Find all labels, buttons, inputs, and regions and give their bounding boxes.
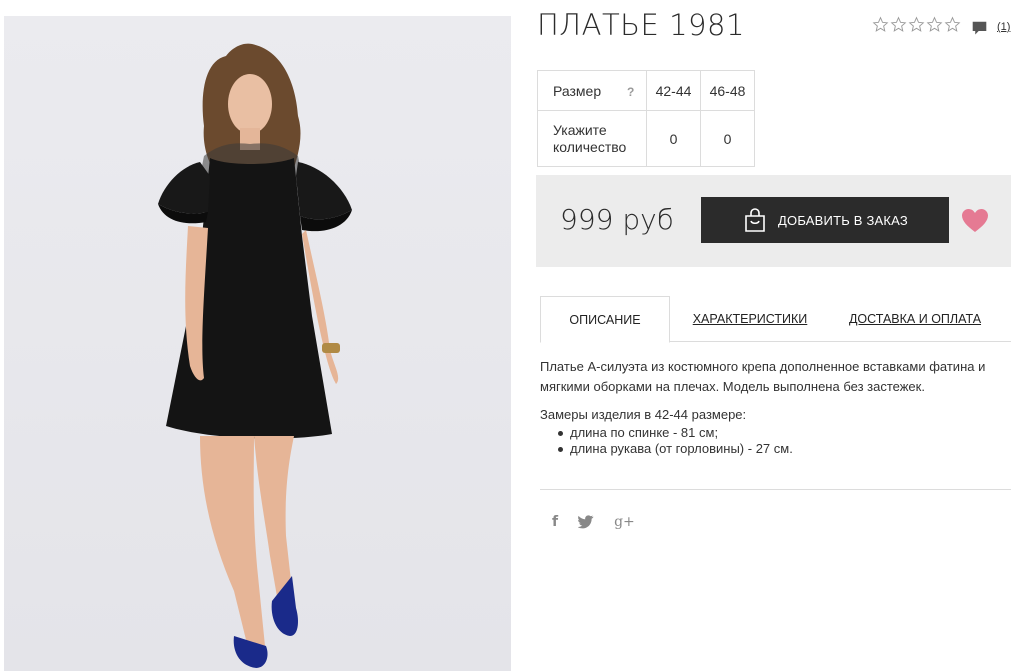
quantity-input[interactable]: 0 [700, 110, 755, 167]
twitter-icon[interactable] [578, 515, 594, 529]
facebook-icon[interactable]: f [552, 514, 558, 530]
quantity-row: Укажите количество 0 0 [537, 110, 755, 167]
quantity-input[interactable]: 0 [646, 110, 701, 167]
quantity-label-cell: Укажите количество [537, 110, 647, 167]
product-title: ПЛАТЬЕ 1981 [537, 8, 745, 42]
help-icon[interactable]: ? [627, 85, 634, 99]
star-empty-icon[interactable] [890, 16, 907, 33]
social-share: f g+ [552, 514, 635, 530]
rating-stars[interactable] [872, 16, 961, 33]
size-option: 46-48 [700, 70, 755, 111]
product-tabs: ОПИСАНИЕ ХАРАКТЕРИСТИКИ ДОСТАВКА И ОПЛАТ… [540, 296, 1011, 343]
size-row: Размер ? 42-44 46-48 [537, 70, 755, 111]
product-photo[interactable] [4, 16, 511, 671]
description: Платье А-силуэта из костюмного крепа доп… [540, 357, 1005, 457]
shopping-bag-icon [745, 208, 765, 232]
quantity-label-line1: Укажите [553, 121, 607, 138]
list-item: длина рукава (от горловины) - 27 см. [540, 441, 1005, 457]
tab-characteristics[interactable]: ХАРАКТЕРИСТИКИ [690, 296, 810, 342]
quantity-label-line2: количество [553, 138, 627, 155]
size-option: 42-44 [646, 70, 701, 111]
comments-count-link[interactable]: (1) [997, 21, 1010, 33]
model-illustration [158, 43, 352, 668]
list-item: длина по спинке - 81 см; [540, 425, 1005, 441]
size-label-cell: Размер ? [537, 70, 647, 111]
comment-icon[interactable] [971, 20, 988, 37]
star-empty-icon[interactable] [908, 16, 925, 33]
add-to-order-label: ДОБАВИТЬ В ЗАКАЗ [778, 212, 908, 228]
divider [540, 489, 1011, 490]
price: 999 руб [560, 203, 674, 236]
measures-title: Замеры изделия в 42-44 размере: [540, 407, 747, 422]
description-text: Платье А-силуэта из костюмного крепа доп… [540, 359, 986, 394]
order-box: 999 руб ДОБАВИТЬ В ЗАКАЗ [536, 175, 1011, 267]
heart-icon[interactable] [961, 208, 989, 234]
size-table: Размер ? 42-44 46-48 Укажите количество … [537, 70, 755, 167]
add-to-order-button[interactable]: ДОБАВИТЬ В ЗАКАЗ [701, 197, 949, 243]
googleplus-icon[interactable]: g+ [614, 514, 635, 530]
star-empty-icon[interactable] [944, 16, 961, 33]
star-empty-icon[interactable] [926, 16, 943, 33]
tab-delivery-payment[interactable]: ДОСТАВКА И ОПЛАТА [848, 296, 982, 342]
measures-list: длина по спинке - 81 см; длина рукава (о… [540, 425, 1005, 457]
star-empty-icon[interactable] [872, 16, 889, 33]
size-label: Размер [553, 82, 602, 99]
tab-description[interactable]: ОПИСАНИЕ [540, 296, 670, 343]
